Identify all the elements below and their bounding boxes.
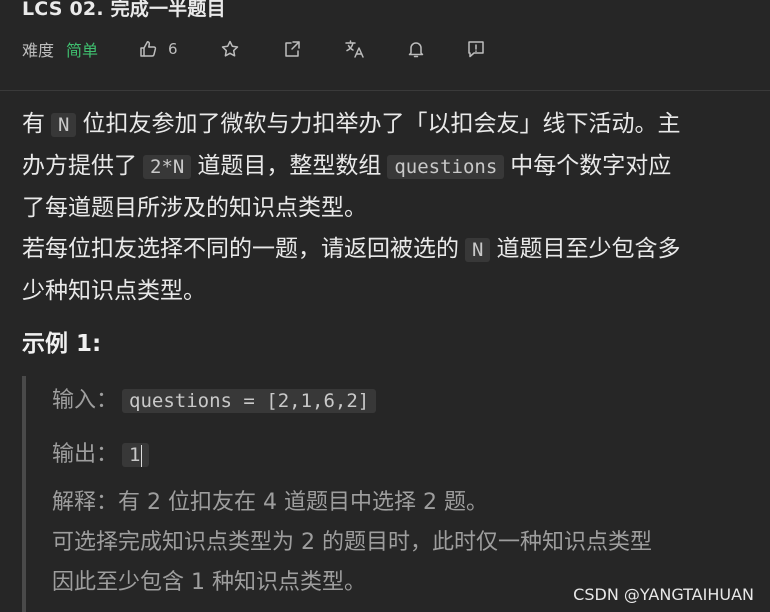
description-text: 道题目，整型数组 bbox=[197, 153, 382, 179]
description-text: 办方提供了 bbox=[22, 153, 137, 179]
like-count: 6 bbox=[168, 40, 178, 58]
inline-code: questions bbox=[387, 155, 505, 179]
example-input-line: 输入： questions = [2,1,6,2] bbox=[52, 382, 382, 414]
description-text: 若每位扣友选择不同的一题，请返回被选的 bbox=[22, 236, 459, 262]
description-text: 少种知识点类型。 bbox=[22, 278, 206, 304]
feedback-icon bbox=[466, 39, 486, 59]
description-text: 了每道题目所涉及的知识点类型。 bbox=[22, 195, 367, 221]
explanation-line: 解释：有 2 位扣友在 4 道题目中选择 2 题。 bbox=[52, 490, 488, 515]
input-value: questions = [2,1,6,2] bbox=[122, 389, 377, 413]
example-explanation: 解释：有 2 位扣友在 4 道题目中选择 2 题。 可选择完成知识点类型为 2 … bbox=[52, 483, 652, 603]
header-divider bbox=[0, 90, 770, 91]
problem-toolbar: 难度 简单 6 bbox=[22, 36, 486, 62]
difficulty-label: 难度 bbox=[22, 41, 55, 60]
like-button[interactable]: 6 bbox=[138, 39, 178, 59]
watermark: CSDN @YANGTAIHUAN bbox=[573, 585, 754, 604]
feedback-button[interactable] bbox=[466, 39, 486, 59]
share-icon bbox=[282, 39, 302, 59]
description-line: 有 N 位扣友参加了微软与力扣举办了「以扣会友」线下活动。主 bbox=[22, 104, 767, 146]
output-label: 输出： bbox=[52, 442, 119, 467]
bell-icon bbox=[406, 39, 426, 59]
description-line: 少种知识点类型。 bbox=[22, 271, 767, 312]
description-line: 了每道题目所涉及的知识点类型。 bbox=[22, 188, 767, 229]
text-cursor bbox=[141, 444, 143, 467]
description-text: 道题目至少包含多 bbox=[496, 236, 681, 262]
example-block: 输入： questions = [2,1,6,2] 输出： 1 解释：有 2 位扣友… bbox=[22, 376, 770, 612]
notify-button[interactable] bbox=[406, 39, 426, 59]
output-value-text: 1 bbox=[129, 444, 141, 466]
problem-description: 有 N 位扣友参加了微软与力扣举办了「以扣会友」线下活动。主 办方提供了 2*N 道题目… bbox=[22, 104, 767, 312]
description-text: 中每个数字对应 bbox=[510, 153, 672, 179]
input-label: 输入： bbox=[52, 388, 119, 413]
translate-button[interactable] bbox=[344, 39, 366, 59]
output-value: 1 bbox=[122, 443, 150, 467]
inline-code: N bbox=[51, 113, 77, 137]
explanation-line: 可选择完成知识点类型为 2 的题目时，此时仅一种知识点类型 bbox=[52, 530, 652, 555]
share-button[interactable] bbox=[282, 39, 302, 59]
inline-code: N bbox=[465, 238, 491, 262]
example-output-line: 输出： 1 bbox=[52, 436, 155, 468]
inline-code: 2*N bbox=[143, 155, 192, 179]
translate-icon bbox=[344, 39, 366, 59]
star-icon bbox=[220, 39, 240, 59]
description-line: 办方提供了 2*N 道题目，整型数组 questions 中每个数字对应 bbox=[22, 146, 767, 188]
difficulty-badge: 简单 bbox=[66, 41, 99, 60]
description-text: 有 bbox=[22, 111, 45, 137]
thumbs-up-icon bbox=[138, 39, 158, 59]
description-text: 位扣友参加了微软与力扣举办了「以扣会友」线下活动。主 bbox=[82, 111, 681, 137]
favorite-button[interactable] bbox=[220, 39, 240, 59]
description-line: 若每位扣友选择不同的一题，请返回被选的 N 道题目至少包含多 bbox=[22, 229, 767, 271]
problem-title: LCS 02. 完成一半题目 bbox=[22, 0, 226, 20]
explanation-line: 因此至少包含 1 种知识点类型。 bbox=[52, 570, 366, 595]
example-heading: 示例 1: bbox=[22, 331, 102, 357]
